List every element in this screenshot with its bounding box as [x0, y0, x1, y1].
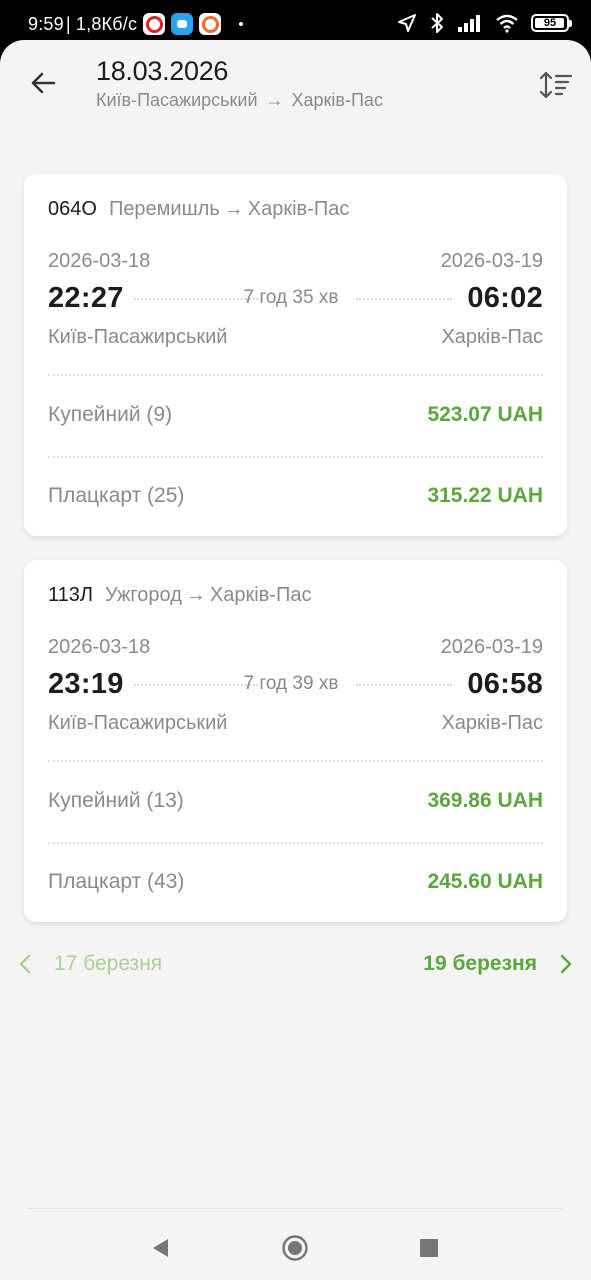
arrival-date: 2026-03-19 [440, 250, 543, 272]
duration-line-right [356, 298, 452, 300]
notification-app-icon-2 [199, 13, 222, 35]
departure-date: 2026-03-18 [48, 636, 151, 658]
nav-divider [28, 1208, 563, 1209]
sort-icon [539, 71, 573, 99]
previous-day-label: 17 березня [54, 952, 163, 975]
departure-station: Київ-Пасажирський [48, 712, 228, 734]
divider [48, 842, 543, 844]
arrival-station: Харків-Пас [441, 326, 543, 348]
app-screen: 18.03.2026 Київ-Пасажирський → Харків-Па… [0, 40, 591, 1280]
coach-class-row[interactable]: Плацкарт (43) 245.60 UAH [48, 862, 543, 902]
status-right: 95 [385, 12, 572, 34]
route-arrow-icon: → [265, 90, 284, 110]
arrival-date: 2026-03-19 [440, 636, 543, 658]
next-day-button[interactable]: 19 березня [423, 944, 573, 984]
arrival-time: 06:02 [467, 282, 543, 314]
network-speed: | 1,8Кб/с [65, 13, 138, 34]
divider [48, 760, 543, 762]
train-number: 064О [48, 198, 97, 220]
nav-back-button[interactable] [142, 1230, 178, 1266]
coach-class-row[interactable]: Плацкарт (25) 315.22 UAH [48, 476, 543, 516]
messenger-app-icon [171, 13, 194, 35]
divider [48, 456, 543, 458]
departure-date: 2026-03-18 [48, 250, 151, 272]
date-pager: 17 березня 19 березня [0, 944, 591, 984]
location-icon [398, 14, 416, 32]
header-route: Київ-Пасажирський → Харків-Пас [96, 90, 383, 111]
arrow-left-icon [31, 72, 56, 94]
more-notifications-dot-icon [239, 22, 244, 26]
train-route-to: Харків-Пас [247, 198, 350, 220]
battery-percent: 95 [543, 17, 557, 29]
trip-duration: 7 год 39 хв [243, 673, 339, 694]
previous-day-button[interactable]: 17 березня [18, 944, 162, 984]
back-button[interactable] [24, 64, 62, 102]
system-nav-bar [0, 1216, 591, 1280]
coach-class-price: 369.86 UAH [427, 789, 543, 812]
arrival-station: Харків-Пас [441, 712, 543, 734]
circle-home-icon [282, 1235, 308, 1261]
bluetooth-icon [431, 13, 443, 33]
coach-class-price: 315.22 UAH [427, 484, 543, 507]
coach-class-price: 523.07 UAH [427, 403, 543, 426]
chevron-right-icon [560, 954, 572, 974]
train-route: Ужгород → Харків-Пас [105, 584, 311, 607]
signal-icon [458, 15, 480, 32]
page-title: 18.03.2026 [96, 56, 229, 86]
train-number: 113Л [48, 584, 94, 606]
duration-line-right [356, 684, 452, 686]
train-header: 064О Перемишль → Харків-Пас [48, 198, 349, 221]
status-left: 9:59 | 1,8Кб/с [28, 13, 244, 35]
train-route-arrow-icon: → [185, 584, 206, 606]
sort-button[interactable] [536, 66, 576, 104]
nav-home-button[interactable] [277, 1230, 313, 1266]
train-route-from: Ужгород [105, 584, 182, 606]
chevron-left-icon [19, 954, 31, 974]
square-recents-icon [420, 1239, 438, 1257]
trip-duration: 7 год 35 хв [243, 287, 339, 308]
train-header: 113Л Ужгород → Харків-Пас [48, 584, 311, 607]
coach-class-name: Купейний (9) [48, 403, 173, 426]
coach-class-price: 245.60 UAH [427, 870, 543, 893]
nav-recents-button[interactable] [411, 1230, 447, 1266]
train-route: Перемишль → Харків-Пас [109, 198, 349, 221]
train-route-from: Перемишль [108, 198, 220, 220]
coach-class-name: Плацкарт (43) [48, 870, 185, 893]
triangle-back-icon [153, 1239, 168, 1257]
coach-class-name: Купейний (13) [48, 789, 184, 812]
departure-station: Київ-Пасажирський [48, 326, 228, 348]
departure-time: 22:27 [48, 282, 124, 314]
train-route-to: Харків-Пас [209, 584, 312, 606]
coach-class-row[interactable]: Купейний (9) 523.07 UAH [48, 395, 543, 435]
divider [48, 374, 543, 376]
coach-class-name: Плацкарт (25) [48, 484, 185, 507]
route-to: Харків-Пас [291, 90, 383, 110]
train-card[interactable]: 064О Перемишль → Харків-Пас 2026-03-18 2… [24, 174, 567, 536]
departure-time: 23:19 [48, 668, 124, 700]
notification-app-icon [143, 13, 166, 35]
status-time: 9:59 [28, 13, 64, 34]
train-route-arrow-icon: → [223, 198, 244, 220]
coach-class-row[interactable]: Купейний (13) 369.86 UAH [48, 781, 543, 821]
train-card[interactable]: 113Л Ужгород → Харків-Пас 2026-03-18 202… [24, 560, 567, 922]
header: 18.03.2026 Київ-Пасажирський → Харків-Па… [0, 40, 591, 150]
route-from: Київ-Пасажирський [96, 90, 258, 110]
wifi-icon [496, 14, 518, 33]
battery-icon: 95 [531, 14, 572, 32]
next-day-label: 19 березня [423, 952, 537, 975]
arrival-time: 06:58 [467, 668, 543, 700]
